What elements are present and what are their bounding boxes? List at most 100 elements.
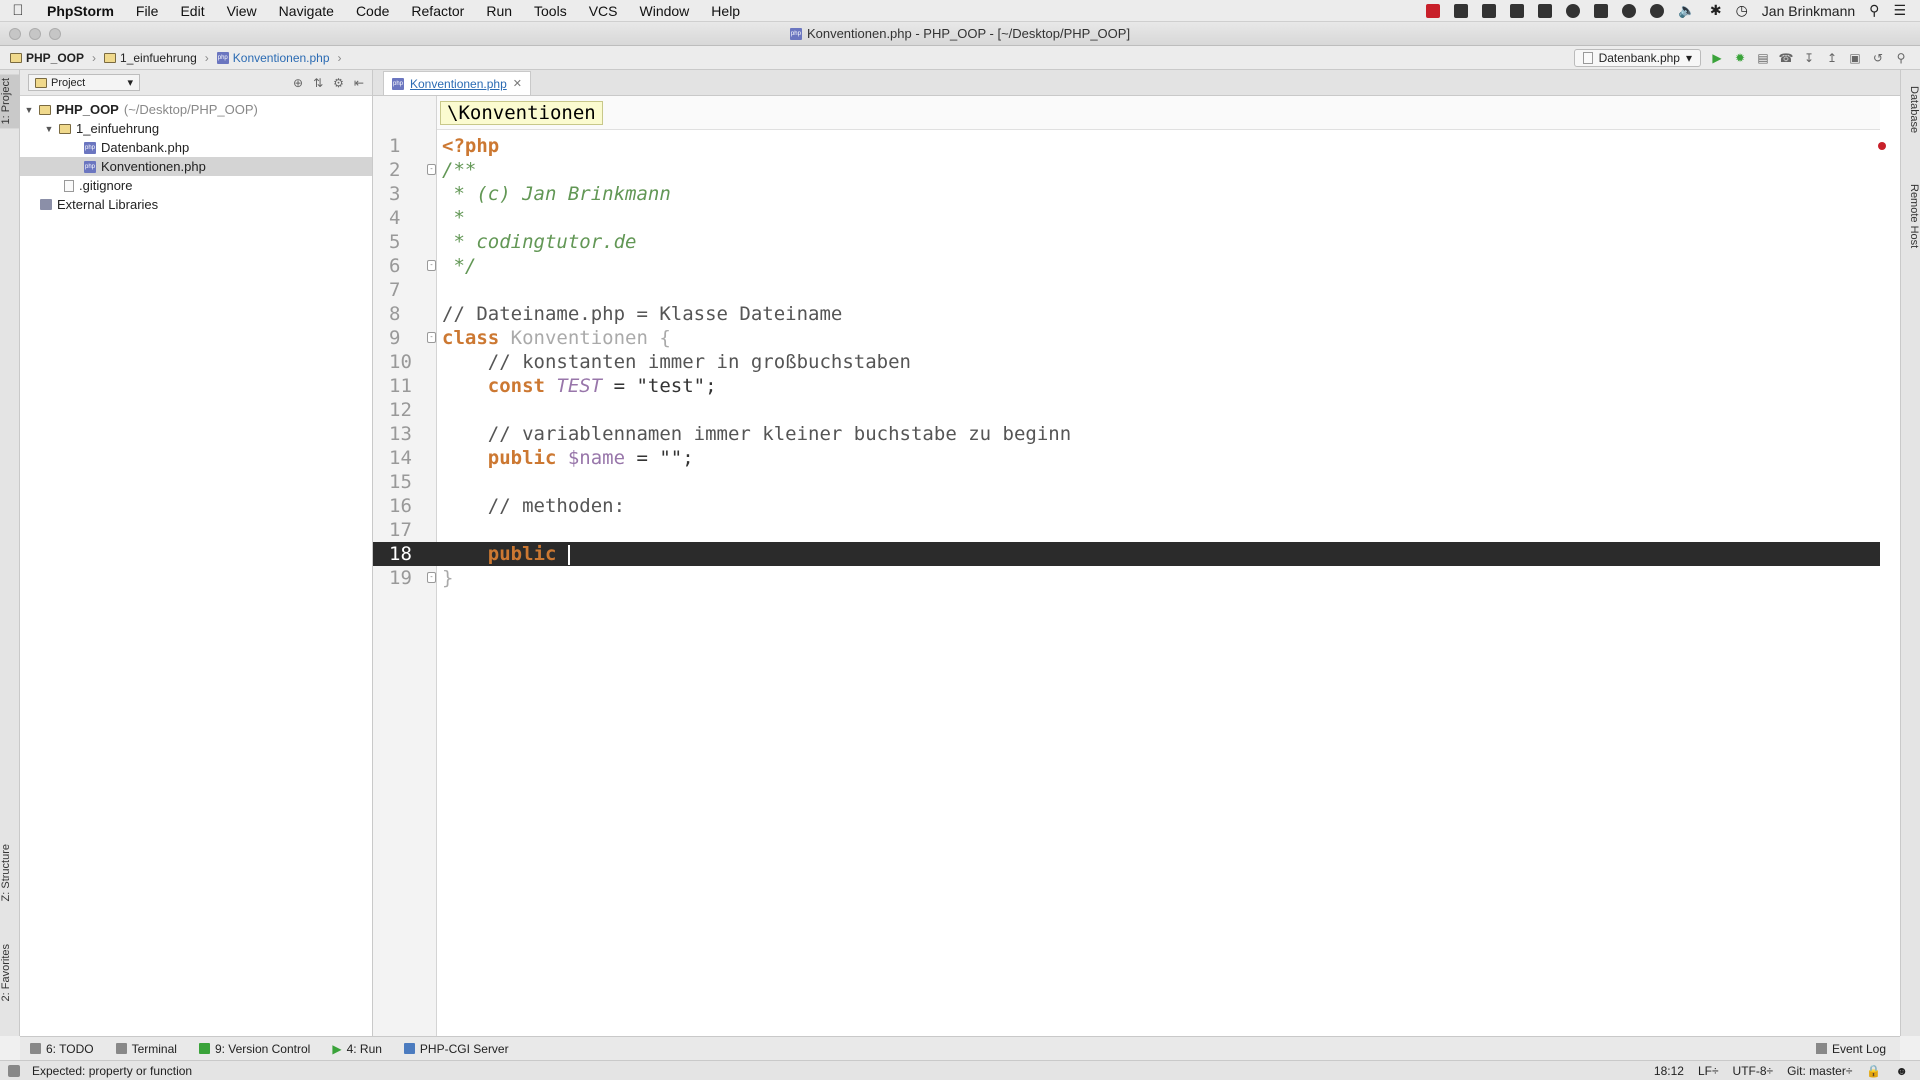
bluetooth-icon[interactable]: ✱ <box>1710 2 1722 19</box>
scope-hint[interactable]: \Konventionen <box>440 101 603 125</box>
code-line-current[interactable]: public <box>437 542 1880 566</box>
tray-app-icon[interactable] <box>1426 3 1441 18</box>
git-branch[interactable]: Git: master÷ <box>1787 1064 1852 1078</box>
expand-arrow-icon[interactable]: ▼ <box>24 105 34 115</box>
tab-event-log[interactable]: Event Log <box>1815 1042 1900 1056</box>
line-separator[interactable]: LF÷ <box>1698 1064 1719 1078</box>
evernote-icon[interactable] <box>1594 3 1609 18</box>
tree-item-folder[interactable]: ▼ 1_einfuehrung <box>20 119 372 138</box>
tab-version-control[interactable]: 9: Version Control <box>198 1042 310 1056</box>
tab-remote-host[interactable]: Remote Host <box>1900 180 1920 252</box>
fold-icon[interactable]: - <box>427 332 436 343</box>
project-view-select[interactable]: Project ▾ <box>28 74 140 91</box>
tree-item-datenbank[interactable]: php Datenbank.php <box>20 138 372 157</box>
code-line[interactable]: public $name = ""; <box>437 446 1880 470</box>
toggle-tool-windows-icon[interactable] <box>8 1064 20 1077</box>
breadcrumb-project[interactable]: PHP_OOP › <box>10 51 96 65</box>
code-editor[interactable]: <?php -/** * (c) Jan Brinkmann * * codin… <box>427 134 1880 590</box>
notification-icon[interactable]: ☰ <box>1893 2 1906 19</box>
tree-item-external-libraries[interactable]: External Libraries <box>20 195 372 214</box>
menu-refactor[interactable]: Refactor <box>400 3 475 19</box>
collapse-all-icon[interactable]: ⇅ <box>313 76 323 90</box>
scroll-from-source-icon[interactable]: ⊕ <box>293 76 303 90</box>
code-line[interactable]: - class Konventionen { <box>427 326 1880 350</box>
vcs-commit-icon[interactable]: ↥ <box>1825 51 1839 65</box>
tab-database[interactable]: Database <box>1900 82 1920 137</box>
code-line[interactable]: // methoden: <box>437 494 1880 518</box>
vcs-compare-icon[interactable]: ▣ <box>1848 51 1862 65</box>
code-line[interactable]: -/** <box>427 158 1880 182</box>
expand-arrow-icon[interactable]: ▼ <box>44 124 54 134</box>
onepassword-icon[interactable] <box>1622 3 1637 18</box>
tab-todo[interactable]: 6: TODO <box>30 1042 94 1056</box>
breadcrumb-folder[interactable]: 1_einfuehrung › <box>104 51 209 65</box>
search-everywhere-icon[interactable]: ⚲ <box>1894 51 1908 65</box>
menubar-user[interactable]: Jan Brinkmann <box>1762 3 1855 19</box>
tray-square-icon[interactable] <box>1538 3 1553 18</box>
code-line[interactable] <box>437 518 1880 542</box>
creative-cloud-icon[interactable] <box>1650 3 1665 18</box>
tab-php-cgi-server[interactable]: PHP-CGI Server <box>403 1042 509 1056</box>
dropbox-icon[interactable] <box>1454 3 1469 18</box>
code-line[interactable]: * <box>437 206 1880 230</box>
menu-edit[interactable]: Edit <box>169 3 215 19</box>
menu-help[interactable]: Help <box>700 3 751 19</box>
tab-favorites[interactable]: 2: Favorites <box>0 940 20 1005</box>
vcs-update-icon[interactable]: ↧ <box>1802 51 1816 65</box>
code-line[interactable] <box>437 278 1880 302</box>
tab-terminal[interactable]: Terminal <box>115 1042 177 1056</box>
tray-leaf-icon[interactable] <box>1566 3 1581 18</box>
code-line[interactable]: <?php <box>437 134 1880 158</box>
close-window-button[interactable] <box>9 28 21 40</box>
menu-file[interactable]: File <box>125 3 170 19</box>
volume-icon[interactable]: 🔈 <box>1678 2 1695 19</box>
file-encoding[interactable]: UTF-8÷ <box>1733 1064 1774 1078</box>
spotlight-search-icon[interactable]: ⚲ <box>1869 2 1879 19</box>
menu-window[interactable]: Window <box>629 3 701 19</box>
gear-icon[interactable]: ⚙ <box>333 76 344 90</box>
code-line[interactable]: // variablennamen immer kleiner buchstab… <box>437 422 1880 446</box>
code-line[interactable]: const TEST = "test"; <box>437 374 1880 398</box>
menu-tools[interactable]: Tools <box>523 3 578 19</box>
run-icon[interactable]: ▶ <box>1710 51 1724 65</box>
apple-icon[interactable]:  <box>0 2 36 19</box>
tab-run[interactable]: ▶ 4: Run <box>332 1042 382 1056</box>
fold-icon[interactable]: - <box>427 572 436 583</box>
debug-icon[interactable]: ✹ <box>1733 51 1747 65</box>
menu-code[interactable]: Code <box>345 3 400 19</box>
tab-structure[interactable]: Z: Structure <box>0 840 20 905</box>
zoom-window-button[interactable] <box>49 28 61 40</box>
fold-icon[interactable]: - <box>427 260 436 271</box>
run-configuration-select[interactable]: Datenbank.php ▾ <box>1573 48 1701 67</box>
hide-panel-icon[interactable]: ⇤ <box>354 76 364 90</box>
code-line[interactable] <box>437 398 1880 422</box>
menu-view[interactable]: View <box>216 3 268 19</box>
editor-tab-konventionen[interactable]: php Konventionen.php ✕ <box>383 71 531 95</box>
minimize-window-button[interactable] <box>29 28 41 40</box>
fold-icon[interactable]: - <box>427 164 436 175</box>
menu-navigate[interactable]: Navigate <box>268 3 345 19</box>
tree-item-project-root[interactable]: ▼ PHP_OOP (~/Desktop/PHP_OOP) <box>20 100 372 119</box>
caret-position[interactable]: 18:12 <box>1654 1064 1684 1078</box>
tab-project[interactable]: 1: Project <box>0 74 20 129</box>
tree-item-konventionen[interactable]: php Konventionen.php <box>20 157 372 176</box>
code-line[interactable]: // konstanten immer in großbuchstaben <box>437 350 1880 374</box>
tree-item-gitignore[interactable]: .gitignore <box>20 176 372 195</box>
plus-icon[interactable] <box>1482 3 1497 18</box>
time-machine-icon[interactable]: ◷ <box>1736 2 1748 19</box>
menu-vcs[interactable]: VCS <box>578 3 629 19</box>
code-line[interactable]: - */ <box>427 254 1880 278</box>
close-tab-icon[interactable]: ✕ <box>513 77 522 90</box>
drive-icon[interactable] <box>1510 3 1525 18</box>
inspector-icon[interactable]: ☻ <box>1895 1064 1908 1078</box>
code-line[interactable]: * codingtutor.de <box>437 230 1880 254</box>
error-marker-icon[interactable] <box>1878 142 1886 150</box>
code-line[interactable]: * (c) Jan Brinkmann <box>437 182 1880 206</box>
coverage-icon[interactable]: ▤ <box>1756 51 1770 65</box>
revert-icon[interactable]: ↺ <box>1871 51 1885 65</box>
menu-app-name[interactable]: PhpStorm <box>36 3 125 19</box>
code-line[interactable]: -} <box>427 566 1880 590</box>
listen-debug-icon[interactable]: ☎ <box>1779 51 1794 65</box>
code-line[interactable]: // Dateiname.php = Klasse Dateiname <box>437 302 1880 326</box>
code-line[interactable] <box>437 470 1880 494</box>
